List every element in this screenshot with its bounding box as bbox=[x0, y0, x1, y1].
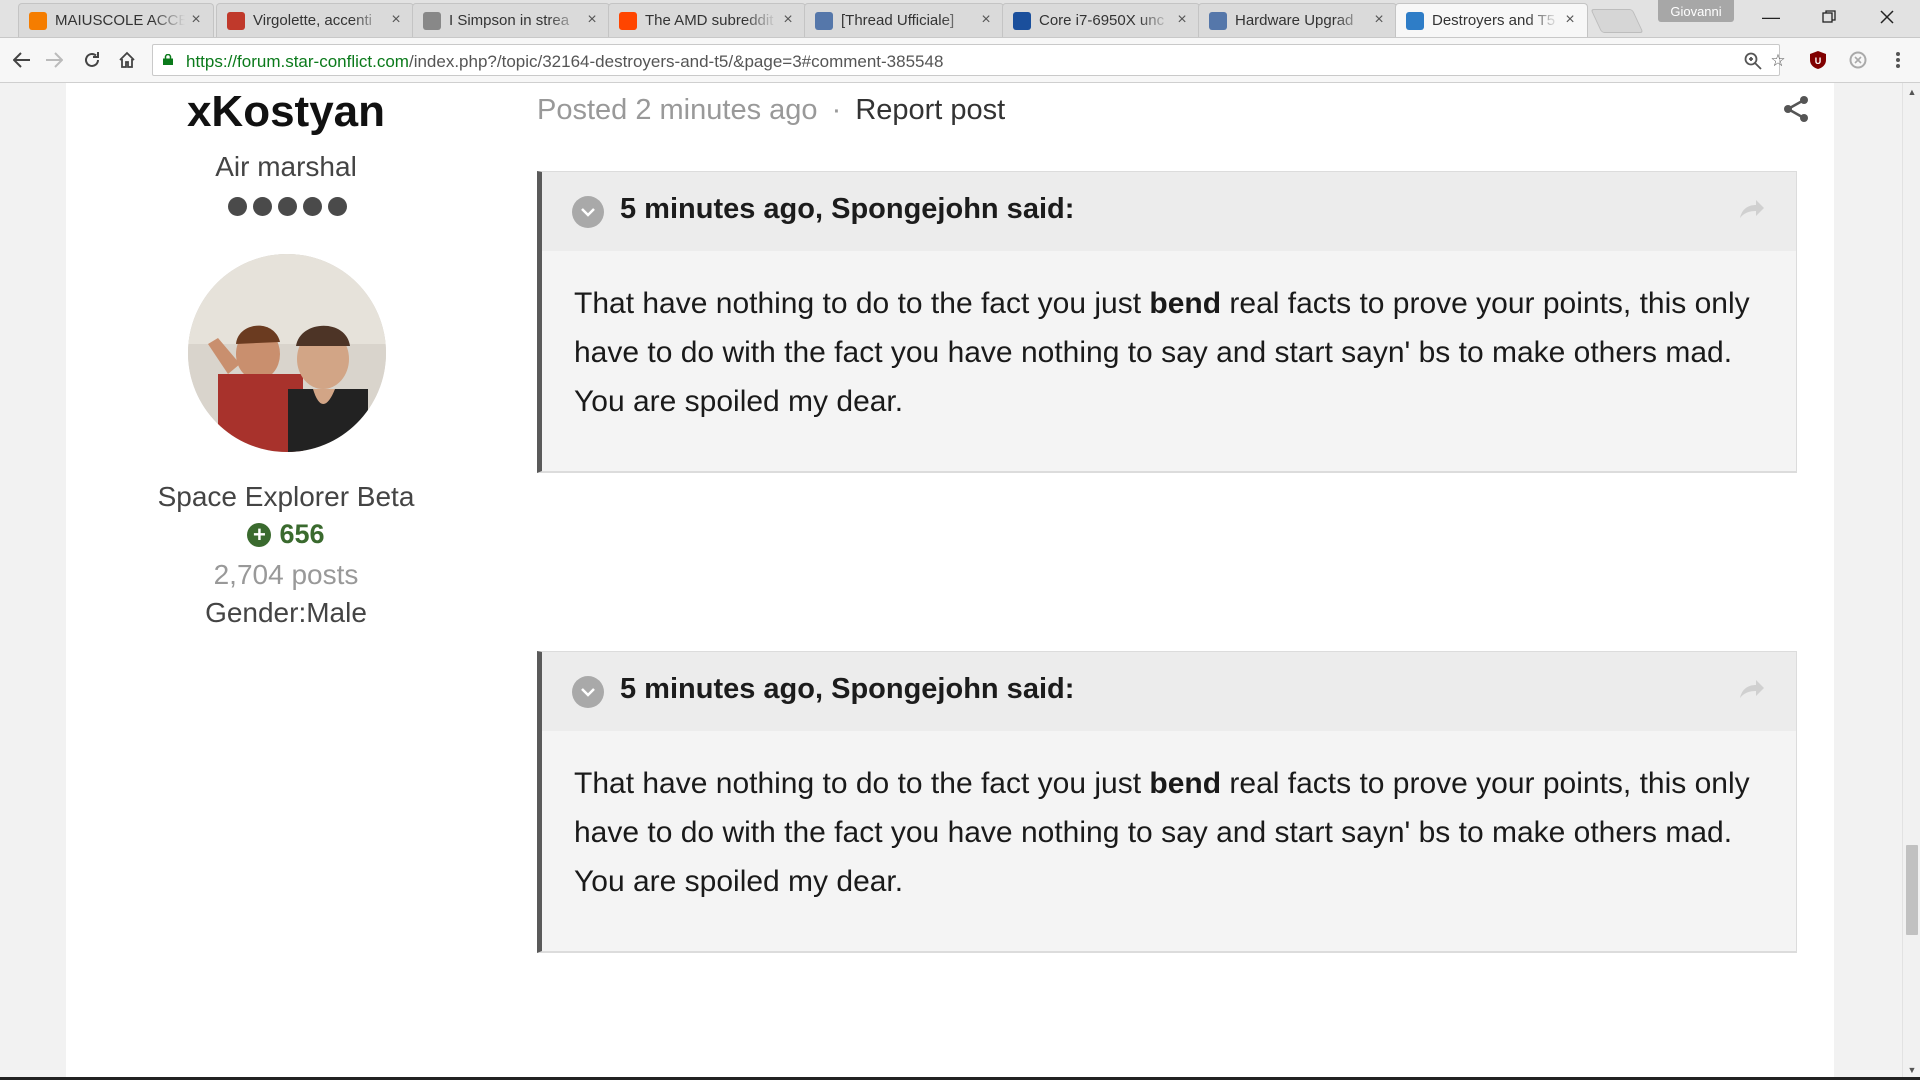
quote-citation[interactable]: 5 minutes ago, Spongejohn said: bbox=[620, 673, 1074, 706]
post-meta: Posted 2 minutes ago · Report post bbox=[537, 94, 1005, 127]
author-name[interactable]: xKostyan bbox=[66, 87, 506, 137]
rank-pip bbox=[278, 197, 297, 216]
restore-icon[interactable] bbox=[1800, 0, 1858, 34]
close-tab-icon[interactable]: × bbox=[1173, 11, 1191, 29]
rank-pip bbox=[253, 197, 272, 216]
gender-label: Gender: bbox=[205, 597, 307, 628]
address-bar[interactable]: https://forum.star-conflict.com/index.ph… bbox=[152, 44, 1786, 76]
reputation-value: 656 bbox=[279, 519, 325, 549]
menu-kebab-icon[interactable] bbox=[1886, 48, 1910, 72]
tab-title: Virgolette, accenti bbox=[253, 12, 372, 29]
author-group: Space Explorer Beta bbox=[157, 481, 415, 512]
tab-title: Core i7-6950X unc bbox=[1039, 12, 1165, 29]
scroll-thumb[interactable] bbox=[1906, 845, 1918, 935]
quote-bold-word: bend bbox=[1149, 287, 1222, 320]
quote-block: 5 minutes ago, Spongejohn said: That hav… bbox=[537, 651, 1797, 953]
browser-tab[interactable]: Hardware Upgrad × bbox=[1198, 3, 1397, 37]
tab-title: [Thread Ufficiale] bbox=[841, 12, 955, 29]
forward-icon[interactable] bbox=[40, 46, 68, 74]
home-icon[interactable] bbox=[113, 46, 141, 74]
scroll-down-icon[interactable]: ▼ bbox=[1903, 1061, 1920, 1078]
vertical-scrollbar[interactable]: ▲ ▼ bbox=[1902, 83, 1920, 1080]
blogger-icon bbox=[29, 11, 47, 30]
forum-icon bbox=[815, 11, 833, 30]
browser-toolbar: https://forum.star-conflict.com/index.ph… bbox=[0, 38, 1920, 83]
gender: Gender:Male bbox=[66, 597, 506, 629]
quote-text-part: That have nothing to do to the fact you … bbox=[574, 287, 1150, 320]
close-tab-icon[interactable]: × bbox=[387, 11, 405, 29]
page-icon bbox=[423, 11, 441, 30]
minimize-icon[interactable]: — bbox=[1742, 0, 1800, 34]
author-title: Air marshal bbox=[215, 151, 357, 182]
share-icon[interactable] bbox=[1782, 95, 1810, 123]
quote-text: That have nothing to do to the fact you … bbox=[542, 251, 1796, 471]
rank-pips bbox=[228, 197, 347, 217]
tab-title: I Simpson in strea bbox=[449, 12, 570, 29]
gender-value: Male bbox=[306, 597, 367, 628]
forum-icon bbox=[1209, 11, 1227, 30]
browser-tab[interactable]: I Simpson in strea × bbox=[412, 3, 610, 37]
ublock-icon[interactable]: U bbox=[1806, 48, 1830, 72]
svg-text:U: U bbox=[1815, 56, 1822, 66]
page-viewport: xKostyan Air marshal Space Explorer Beta… bbox=[0, 83, 1902, 1080]
lock-icon bbox=[163, 54, 173, 65]
url-scheme: https:// bbox=[186, 52, 238, 71]
scroll-up-icon[interactable]: ▲ bbox=[1903, 83, 1920, 100]
reload-icon[interactable] bbox=[78, 46, 106, 74]
zoom-icon[interactable] bbox=[1741, 49, 1765, 73]
jump-to-quote-icon[interactable] bbox=[1736, 194, 1766, 224]
tab-strip: MAIUSCOLE ACCE × Virgolette, accenti × I Sim… bbox=[0, 0, 1920, 38]
reddit-icon bbox=[619, 11, 637, 30]
rank-pip bbox=[228, 197, 247, 216]
quote-block: 5 minutes ago, Spongejohn said: That hav… bbox=[537, 171, 1797, 473]
close-tab-icon[interactable]: × bbox=[187, 11, 205, 29]
close-tab-icon[interactable]: × bbox=[779, 11, 797, 29]
close-tab-icon[interactable]: × bbox=[977, 11, 995, 29]
quote-text-part: That have nothing to do to the fact you … bbox=[574, 767, 1150, 800]
close-tab-icon[interactable]: × bbox=[583, 11, 601, 29]
chevron-down-icon[interactable] bbox=[572, 196, 604, 228]
quote-citation[interactable]: 5 minutes ago, Spongejohn said: bbox=[620, 193, 1074, 226]
tab-title: MAIUSCOLE ACCE bbox=[55, 12, 185, 29]
back-icon[interactable] bbox=[8, 46, 36, 74]
quote-text: That have nothing to do to the fact you … bbox=[542, 731, 1796, 951]
url-host: forum.star-conflict.com bbox=[237, 52, 409, 71]
reputation: + 656 bbox=[66, 519, 506, 550]
tab-title: The AMD subreddit bbox=[645, 12, 774, 29]
avatar-image bbox=[188, 254, 386, 452]
browser-tab[interactable]: Core i7-6950X unc × bbox=[1002, 3, 1200, 37]
rank-pip bbox=[328, 197, 347, 216]
post-count: 2,704 posts bbox=[213, 559, 359, 590]
url-path: /index.php?/topic/32164-destroyers-and-t… bbox=[408, 52, 944, 71]
star-conflict-icon bbox=[1406, 11, 1424, 30]
browser-tab[interactable]: MAIUSCOLE ACCE × bbox=[18, 3, 214, 37]
profile-badge[interactable]: Giovanni bbox=[1658, 0, 1734, 22]
bookmark-star-icon[interactable]: ☆ bbox=[1766, 49, 1790, 73]
jump-to-quote-icon[interactable] bbox=[1736, 674, 1766, 704]
quote-header: 5 minutes ago, Spongejohn said: bbox=[542, 172, 1796, 251]
url-text[interactable]: https://forum.star-conflict.com/index.ph… bbox=[186, 52, 943, 72]
quote-mark-icon bbox=[227, 11, 245, 30]
close-tab-icon[interactable]: × bbox=[1561, 11, 1579, 29]
meta-separator: · bbox=[831, 94, 842, 126]
quote-header: 5 minutes ago, Spongejohn said: bbox=[542, 652, 1796, 731]
tab-title: Hardware Upgrad bbox=[1235, 12, 1354, 29]
plus-circle-icon: + bbox=[247, 522, 272, 547]
browser-tab[interactable]: Virgolette, accenti × bbox=[216, 3, 414, 37]
blocked-extension-icon[interactable] bbox=[1846, 48, 1870, 72]
quote-bold-word: bend bbox=[1149, 767, 1222, 800]
chevron-down-icon[interactable] bbox=[572, 676, 604, 708]
browser-tab[interactable]: Destroyers and T5 × bbox=[1395, 3, 1588, 37]
new-tab-button[interactable] bbox=[1590, 9, 1644, 33]
browser-tab[interactable]: [Thread Ufficiale] × bbox=[804, 3, 1004, 37]
report-post-link[interactable]: Report post bbox=[855, 94, 1005, 126]
close-tab-icon[interactable]: × bbox=[1370, 11, 1388, 29]
close-window-icon[interactable] bbox=[1858, 0, 1916, 34]
avatar[interactable] bbox=[188, 254, 386, 452]
pcgh-icon bbox=[1013, 11, 1031, 30]
browser-tab[interactable]: The AMD subreddit × bbox=[608, 3, 806, 37]
posted-time[interactable]: Posted 2 minutes ago bbox=[537, 94, 818, 126]
rank-pip bbox=[303, 197, 322, 216]
tab-title: Destroyers and T5 bbox=[1432, 12, 1556, 29]
